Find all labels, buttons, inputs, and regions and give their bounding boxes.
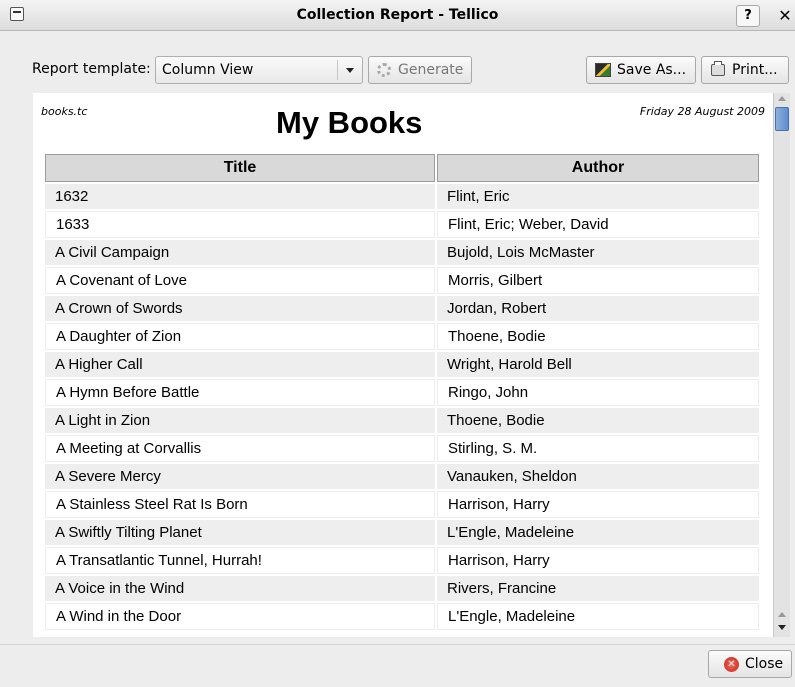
report-template-label: Report template: [32, 61, 151, 77]
cell-author: Harrison, Harry [437, 547, 759, 574]
cell-title: A Hymn Before Battle [45, 379, 435, 406]
print-button[interactable]: Print... [701, 56, 789, 84]
cell-author: Rivers, Francine [437, 576, 759, 601]
generate-button[interactable]: Generate [368, 56, 472, 84]
window-close-icon[interactable]: ✕ [775, 5, 795, 27]
report-template-value: Column View [162, 62, 254, 78]
report-filename: books.tc [41, 105, 88, 118]
cell-title: A Swiftly Tilting Planet [45, 520, 435, 545]
cell-author: L'Engle, Madeleine [437, 603, 759, 630]
scroll-up-icon[interactable] [778, 612, 786, 617]
table-body: 1632 Flint, Eric 1633 Flint, Eric; Weber, D… [45, 184, 759, 630]
scrollbar-thumb[interactable] [775, 107, 789, 131]
table-row: A Severe Mercy Vanauken, Sheldon [45, 464, 759, 489]
table-header-row: Title Author [45, 154, 759, 182]
table-row: A Swiftly Tilting Planet L'Engle, Madelei… [45, 520, 759, 545]
close-circle-icon: ✕ [724, 657, 739, 672]
table-row: A Hymn Before Battle Ringo, John [45, 379, 759, 406]
cell-author: Harrison, Harry [437, 491, 759, 518]
cell-title: A Meeting at Corvallis [45, 435, 435, 462]
cell-title: A Higher Call [45, 352, 435, 377]
column-header-title: Title [45, 154, 435, 182]
cell-author: Flint, Eric; Weber, David [437, 211, 759, 238]
report-view[interactable]: books.tc My Books Friday 28 August 2009 … [33, 93, 773, 637]
cell-author: Thoene, Bodie [437, 323, 759, 350]
chevron-down-icon [346, 68, 354, 73]
column-header-author: Author [437, 154, 759, 182]
close-button[interactable]: ✕ Close [708, 650, 792, 678]
print-label: Print... [732, 62, 778, 78]
cell-title: A Voice in the Wind [45, 576, 435, 601]
footer-divider [0, 644, 795, 645]
cell-author: Vanauken, Sheldon [437, 464, 759, 489]
close-label: Close [745, 656, 784, 672]
cell-author: Morris, Gilbert [437, 267, 759, 294]
generate-label: Generate [398, 62, 464, 78]
table-row: A Wind in the Door L'Engle, Madeleine [45, 603, 759, 630]
table-row: A Light in Zion Thoene, Bodie [45, 408, 759, 433]
save-as-button[interactable]: Save As... [586, 56, 696, 84]
table-row: A Daughter of Zion Thoene, Bodie [45, 323, 759, 350]
table-row: A Crown of Swords Jordan, Robert [45, 296, 759, 321]
cell-author: Flint, Eric [437, 184, 759, 209]
cell-title: A Covenant of Love [45, 267, 435, 294]
scroll-up-icon[interactable] [778, 96, 786, 101]
report-title: My Books [276, 105, 423, 140]
save-as-label: Save As... [617, 62, 687, 78]
report-date: Friday 28 August 2009 [639, 105, 765, 118]
printer-icon [711, 61, 725, 76]
scroll-down-icon[interactable] [778, 625, 786, 630]
cell-author: Ringo, John [437, 379, 759, 406]
table-row: A Transatlantic Tunnel, Hurrah! Harrison,… [45, 547, 759, 574]
cell-title: 1633 [45, 211, 435, 238]
cell-title: A Daughter of Zion [45, 323, 435, 350]
cell-author: Wright, Harold Bell [437, 352, 759, 377]
cell-title: A Crown of Swords [45, 296, 435, 321]
cell-title: 1632 [45, 184, 435, 209]
cell-title: A Wind in the Door [45, 603, 435, 630]
window-title: Collection Report - Tellico [296, 7, 499, 23]
cell-title: A Civil Campaign [45, 240, 435, 265]
books-table: Title Author 1632 Flint, Eric 1633 Flint, E… [43, 152, 761, 632]
table-row: A Voice in the Wind Rivers, Francine [45, 576, 759, 601]
vertical-scrollbar[interactable] [773, 93, 790, 637]
table-row: A Meeting at Corvallis Stirling, S. M. [45, 435, 759, 462]
cell-author: Bujold, Lois McMaster [437, 240, 759, 265]
cell-author: Jordan, Robert [437, 296, 759, 321]
cell-title: A Light in Zion [45, 408, 435, 433]
save-icon [595, 63, 611, 77]
gear-icon [377, 63, 391, 77]
table-row: A Stainless Steel Rat Is Born Harrison, H… [45, 491, 759, 518]
table-row: A Higher Call Wright, Harold Bell [45, 352, 759, 377]
title-bar: Collection Report - Tellico ? ✕ [0, 0, 795, 31]
cell-author: Thoene, Bodie [437, 408, 759, 433]
cell-title: A Transatlantic Tunnel, Hurrah! [45, 547, 435, 574]
cell-title: A Severe Mercy [45, 464, 435, 489]
help-button[interactable]: ? [736, 5, 760, 27]
table-row: A Civil Campaign Bujold, Lois McMaster [45, 240, 759, 265]
combo-dropdown-button[interactable] [337, 60, 362, 80]
table-row: 1632 Flint, Eric [45, 184, 759, 209]
table-row: 1633 Flint, Eric; Weber, David [45, 211, 759, 238]
cell-title: A Stainless Steel Rat Is Born [45, 491, 435, 518]
cell-author: L'Engle, Madeleine [437, 520, 759, 545]
cell-author: Stirling, S. M. [437, 435, 759, 462]
report-template-combo[interactable]: Column View [155, 56, 363, 84]
table-row: A Covenant of Love Morris, Gilbert [45, 267, 759, 294]
